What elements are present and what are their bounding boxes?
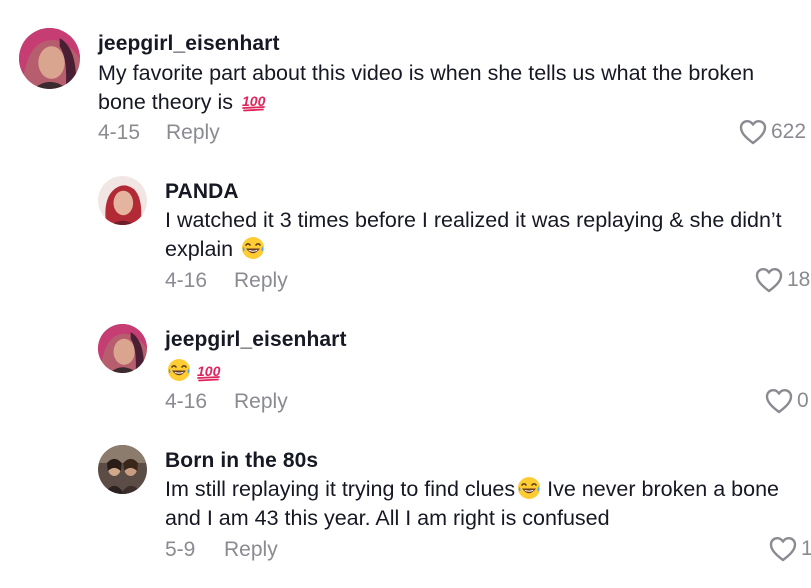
tears-of-joy-emoji-icon (241, 236, 265, 260)
comment-date: 4-16 (165, 390, 208, 413)
comment-username[interactable]: PANDA (165, 180, 239, 204)
comment-text: My favorite part about this video is whe… (98, 59, 803, 117)
comment-text (167, 358, 221, 384)
heart-outline-icon[interactable] (769, 536, 797, 562)
reply-button[interactable]: Reply (224, 538, 278, 562)
comment-text: I watched it 3 times before I realized i… (165, 206, 785, 264)
like-count: 622 (771, 120, 807, 143)
heart-outline-icon[interactable] (765, 388, 793, 414)
reply-comment-item: Born in the 80s Im still replaying it tr… (0, 440, 811, 588)
avatar[interactable] (19, 28, 80, 89)
like-count: 1 (801, 537, 811, 560)
comment-text-body: Im still replaying it trying to find clu… (165, 477, 516, 501)
reply-comment-item: jeepgirl_eisenhart 4-16 Reply 0 (0, 310, 811, 440)
reply-comment-item: PANDA I watched it 3 times before I real… (0, 160, 811, 310)
hundred-points-emoji-icon (197, 362, 221, 382)
reply-button[interactable]: Reply (234, 269, 288, 293)
comment-item: jeepgirl_eisenhart My favorite part abou… (0, 0, 811, 160)
comment-date: 4-16 (165, 269, 208, 292)
avatar[interactable] (98, 445, 147, 494)
like-count: 18 (787, 268, 811, 291)
like-button[interactable]: 1 (769, 536, 811, 562)
tears-of-joy-emoji-icon (167, 358, 191, 382)
like-count: 0 (797, 389, 809, 412)
like-button[interactable]: 0 (765, 388, 809, 414)
tears-of-joy-emoji-icon (517, 476, 541, 500)
avatar[interactable] (98, 176, 147, 225)
comment-date: 4-15 (98, 121, 141, 144)
hundred-points-emoji-icon (242, 92, 266, 112)
comment-username[interactable]: jeepgirl_eisenhart (165, 328, 347, 352)
like-button[interactable]: 622 (739, 119, 806, 145)
comment-text-body: My favorite part about this video is whe… (98, 61, 755, 114)
comment-username[interactable]: Born in the 80s (165, 449, 318, 473)
comment-date: 5-9 (165, 538, 196, 561)
comment-username[interactable]: jeepgirl_eisenhart (98, 32, 280, 56)
heart-outline-icon[interactable] (739, 119, 767, 145)
reply-button[interactable]: Reply (166, 121, 220, 145)
like-button[interactable]: 18 (755, 267, 810, 293)
heart-outline-icon[interactable] (755, 267, 783, 293)
avatar[interactable] (98, 324, 147, 373)
comment-text: Im still replaying it trying to find clu… (165, 475, 811, 533)
reply-button[interactable]: Reply (234, 390, 288, 414)
